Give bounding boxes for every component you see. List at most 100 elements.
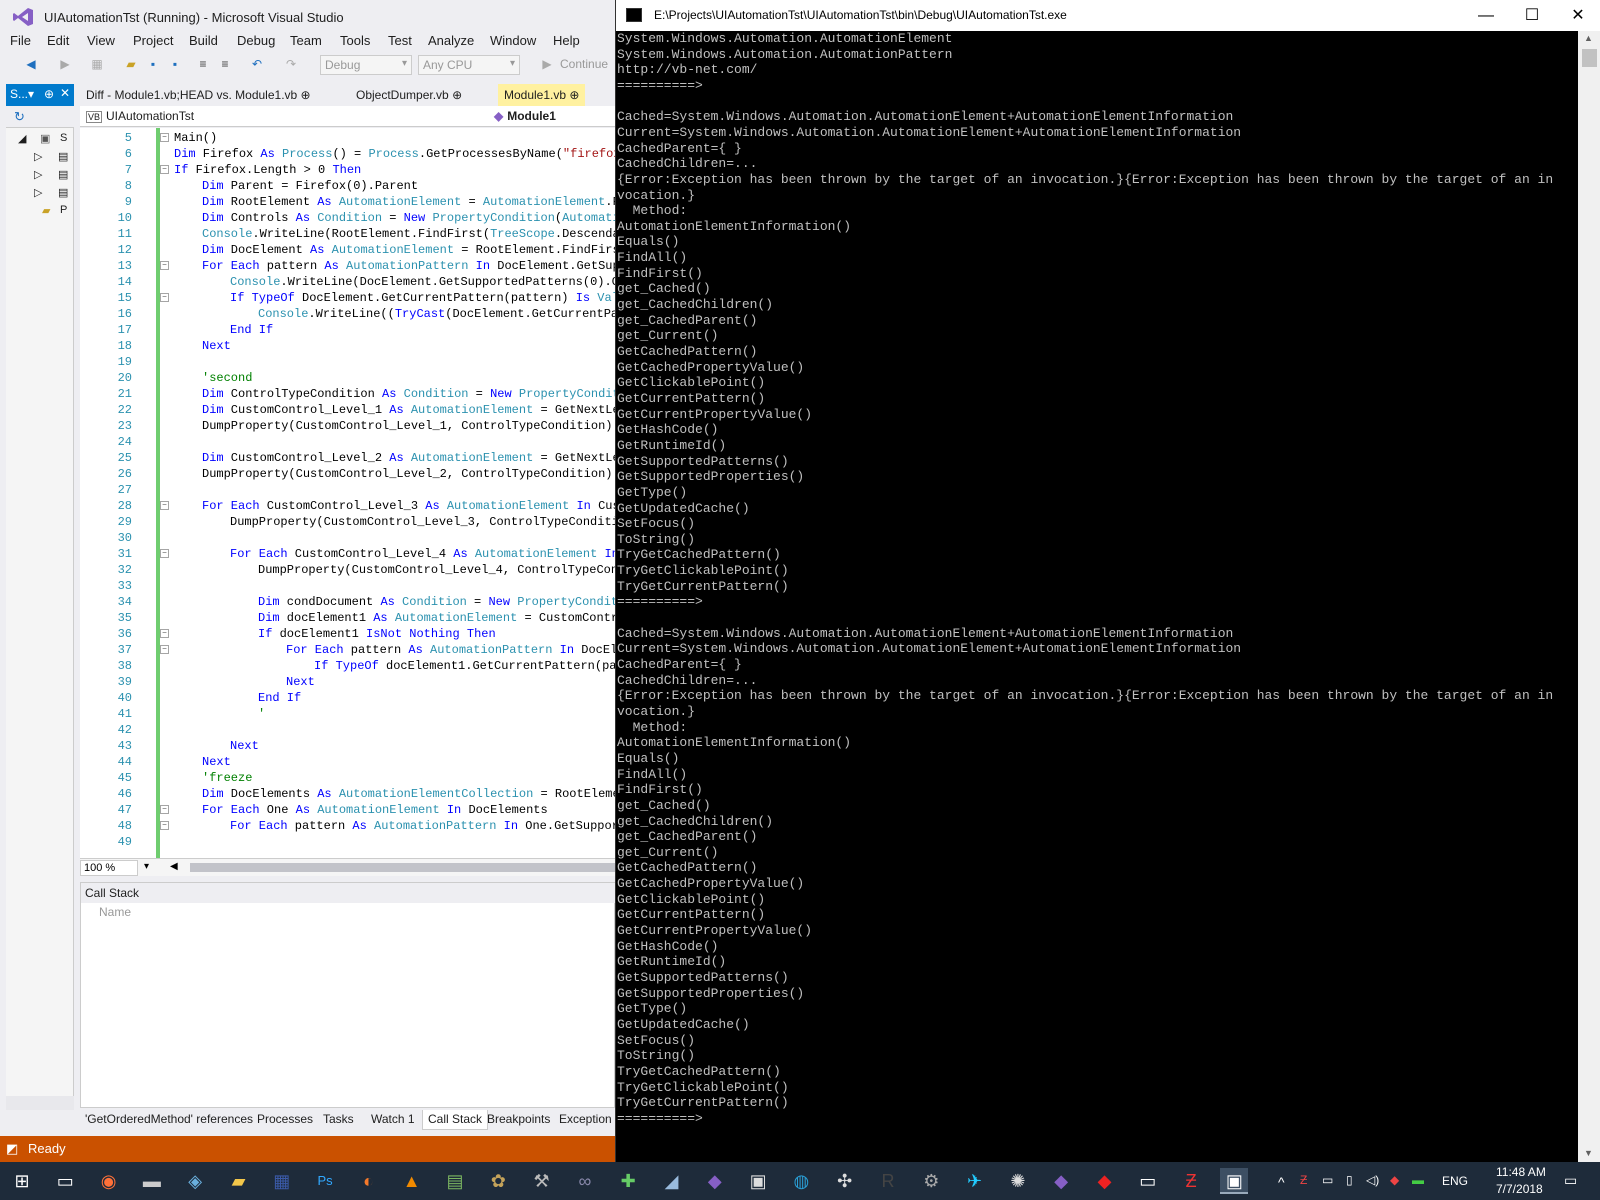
volume-icon[interactable]: ◁)	[1366, 1173, 1379, 1187]
palette-icon[interactable]: ✣	[831, 1168, 859, 1194]
maximize-button[interactable]: ☐	[1509, 0, 1555, 31]
clock-time[interactable]: 11:48 AM	[1496, 1165, 1546, 1179]
menu-window[interactable]: Window	[490, 33, 536, 48]
collapse-icon[interactable]: ▷	[34, 186, 42, 199]
tab-tasks[interactable]: Tasks	[318, 1110, 359, 1130]
tree-item[interactable]: ▷ ▤	[6, 150, 74, 167]
menu-build[interactable]: Build	[189, 33, 218, 48]
uncomment-icon[interactable]: ≡	[218, 57, 232, 71]
dropdown-icon[interactable]: ▾	[28, 87, 34, 101]
horizontal-scrollbar[interactable]	[6, 1096, 74, 1110]
collapse-region-icon[interactable]: −	[160, 261, 169, 270]
chart-icon[interactable]: ▤	[441, 1168, 469, 1194]
undo-icon[interactable]: ↶	[250, 57, 264, 71]
pin-icon[interactable]: ⊕	[301, 88, 311, 102]
console-output[interactable]: System.Windows.Automation.AutomationElem…	[616, 31, 1578, 1162]
scrollbar-thumb[interactable]	[1582, 49, 1597, 67]
column-header-name[interactable]: Name	[99, 905, 131, 919]
vlc-icon[interactable]: ▲	[398, 1168, 426, 1194]
filezilla-icon[interactable]: Ƶ	[1177, 1168, 1205, 1194]
fan-icon[interactable]: ✺	[1004, 1168, 1032, 1194]
clock-date[interactable]: 7/7/2018	[1496, 1182, 1543, 1196]
notifications-icon[interactable]: ▭	[1564, 1172, 1577, 1189]
refresh-icon[interactable]: ↻	[14, 109, 25, 125]
gimp-icon[interactable]: ✿	[484, 1168, 512, 1194]
console-titlebar[interactable]: E:\Projects\UIAutomationTst\UIAutomation…	[616, 0, 1600, 31]
menu-file[interactable]: File	[10, 33, 31, 48]
notepad-icon[interactable]: ◢	[658, 1168, 686, 1194]
filezilla-tray-icon[interactable]: Ƶ	[1300, 1173, 1307, 1187]
bird-icon[interactable]: ✈	[961, 1168, 989, 1194]
code-editor[interactable]: 5− Main() 6 Dim Firefox As Process() = Proc…	[80, 128, 615, 858]
save-icon[interactable]: ▪	[146, 57, 160, 71]
pin-icon[interactable]: ⊕	[44, 87, 54, 101]
console-vertical-scrollbar[interactable]: ▲ ▼	[1578, 31, 1600, 1162]
collapse-region-icon[interactable]: −	[160, 501, 169, 510]
firefox-icon[interactable]: ◉	[95, 1168, 123, 1194]
collapse-region-icon[interactable]: −	[160, 165, 169, 174]
tree-item[interactable]: ▷ ▤	[6, 186, 74, 203]
forward-icon[interactable]: ▶	[58, 57, 72, 71]
menu-project[interactable]: Project	[133, 33, 173, 48]
config-combo[interactable]: Debug	[320, 55, 412, 75]
language-indicator[interactable]: ENG	[1442, 1174, 1468, 1188]
network-icon[interactable]: ⚒	[528, 1168, 556, 1194]
visual-studio-icon[interactable]: ◆	[701, 1168, 729, 1194]
expand-icon[interactable]: ◢	[18, 132, 26, 145]
tab-call-stack[interactable]: Call Stack	[422, 1110, 489, 1130]
collapse-region-icon[interactable]: −	[160, 645, 169, 654]
editor-horizontal-scrollbar[interactable]	[190, 863, 615, 872]
open-folder-icon[interactable]: ▰	[124, 57, 138, 71]
pin-icon[interactable]: ⊕	[452, 88, 462, 102]
network-tray-icon[interactable]: ▭	[1322, 1173, 1333, 1187]
collapse-region-icon[interactable]: −	[160, 549, 169, 558]
close-icon[interactable]: ✕	[60, 86, 70, 100]
tree-item-solution[interactable]: ◢ ▣ S	[6, 132, 74, 149]
collapse-icon[interactable]: ▷	[34, 168, 42, 181]
menu-test[interactable]: Test	[388, 33, 412, 48]
blender-icon[interactable]: ◐	[354, 1168, 382, 1194]
tab-objectdumper[interactable]: ObjectDumper.vb ⊕	[350, 84, 468, 106]
show-hidden-icons-icon[interactable]: ^	[1278, 1174, 1285, 1190]
collapse-region-icon[interactable]: −	[160, 821, 169, 830]
ruby-icon[interactable]: ◆	[1091, 1168, 1119, 1194]
tab-references[interactable]: 'GetOrderedMethod' references	[80, 1110, 258, 1130]
redo-icon[interactable]: ↷	[284, 57, 298, 71]
close-button[interactable]: ✕	[1555, 0, 1600, 31]
menu-view[interactable]: View	[87, 33, 115, 48]
collapse-region-icon[interactable]: −	[160, 133, 169, 142]
tree-item-properties[interactable]: ▰ P	[6, 204, 74, 221]
zoom-combo[interactable]: 100 %	[80, 860, 138, 876]
menu-tools[interactable]: Tools	[340, 33, 370, 48]
tab-processes[interactable]: Processes	[252, 1110, 318, 1130]
minimize-button[interactable]: —	[1463, 0, 1509, 31]
call-stack-header[interactable]: Call Stack	[81, 883, 616, 903]
solution-explorer-header[interactable]: S... ▾ ⊕ ✕	[6, 84, 74, 106]
task-view-icon[interactable]: ▭	[51, 1168, 79, 1194]
collapse-region-icon[interactable]: −	[160, 805, 169, 814]
continue-button[interactable]: Continue	[560, 57, 608, 71]
infinity-icon[interactable]: ∞	[571, 1168, 599, 1194]
film-icon[interactable]: ▣	[744, 1168, 772, 1194]
back-icon[interactable]: ◀	[24, 57, 38, 71]
usb-tray-icon[interactable]: ▯	[1346, 1173, 1353, 1187]
gear-icon[interactable]: ⚙	[917, 1168, 945, 1194]
battery-tray-icon[interactable]: ▬	[1412, 1173, 1424, 1187]
pin-icon[interactable]: ⊕	[569, 88, 579, 102]
scroll-down-icon[interactable]: ▼	[1584, 1148, 1593, 1158]
new-project-icon[interactable]: ▦	[90, 57, 104, 71]
menu-help[interactable]: Help	[553, 33, 580, 48]
menu-team[interactable]: Team	[290, 33, 322, 48]
menu-edit[interactable]: Edit	[47, 33, 69, 48]
continue-icon[interactable]: ▶	[540, 57, 554, 71]
file-explorer-icon[interactable]: ▰	[225, 1168, 253, 1194]
paint-icon[interactable]: ◈	[181, 1168, 209, 1194]
collapse-region-icon[interactable]: −	[160, 293, 169, 302]
visual-studio-2-icon[interactable]: ◆	[1047, 1168, 1075, 1194]
collapse-icon[interactable]: ▷	[34, 150, 42, 163]
comment-icon[interactable]: ≡	[196, 57, 210, 71]
project-combo[interactable]: VB UIAutomationTst	[82, 107, 482, 126]
module-combo[interactable]: ◆ Module1	[490, 107, 615, 126]
tab-breakpoints[interactable]: Breakpoints	[482, 1110, 555, 1130]
collapse-region-icon[interactable]: −	[160, 629, 169, 638]
